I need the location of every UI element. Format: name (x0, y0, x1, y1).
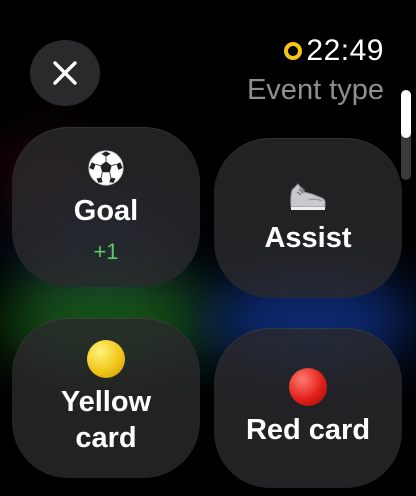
close-icon (53, 61, 77, 85)
status-clock: 22:49 (284, 34, 384, 68)
red-card-button[interactable]: Red card (214, 328, 402, 488)
red-card-label: Red card (245, 414, 371, 446)
sneaker-icon (290, 183, 326, 210)
assist-label: Assist (264, 222, 352, 254)
scrollbar-thumb[interactable] (401, 90, 411, 138)
scrollbar[interactable] (401, 90, 411, 180)
close-button[interactable] (30, 40, 100, 106)
assist-button[interactable]: Assist (214, 138, 402, 298)
goal-button[interactable]: Goal +1 (12, 127, 200, 287)
soccer-ball-icon (88, 150, 124, 186)
yellow-card-button[interactable]: Yellow card (12, 318, 200, 478)
goal-label: Goal (73, 195, 139, 227)
activity-ring-icon (284, 42, 303, 60)
goal-count-badge: +1 (93, 239, 119, 264)
page-title: Event type (246, 74, 384, 106)
yellow-circle-icon (87, 340, 125, 378)
red-circle-icon (289, 368, 327, 406)
clock-time: 22:49 (306, 34, 384, 67)
yellow-card-label: Yellow card (60, 386, 152, 454)
